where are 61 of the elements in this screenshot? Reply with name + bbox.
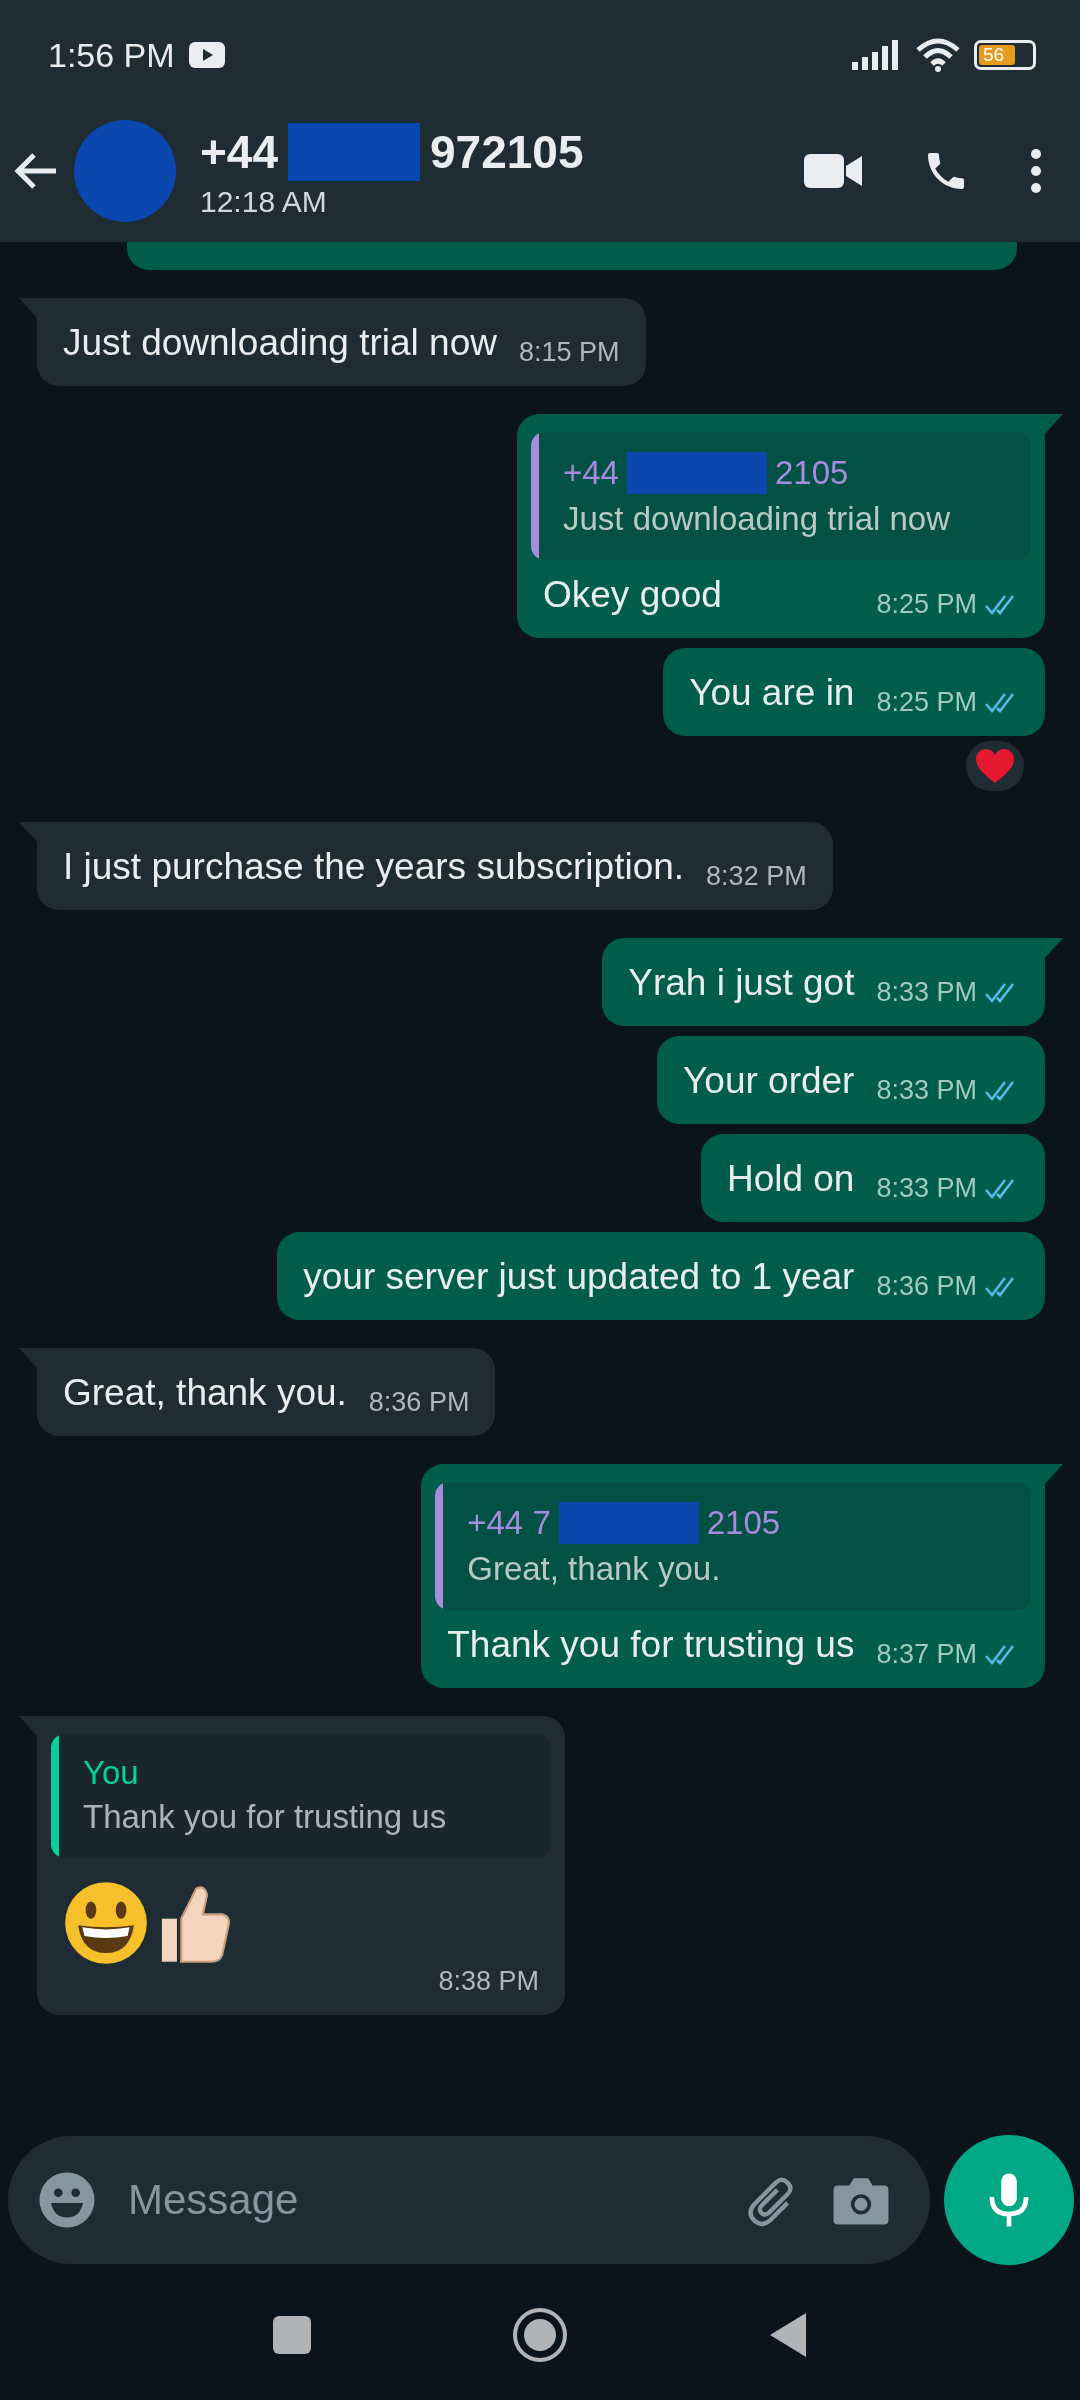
status-time: 1:56 PM <box>48 35 175 75</box>
message-bubble[interactable]: Hold on 8:33 PM <box>700 1134 1045 1222</box>
battery-indicator: 56 <box>974 40 1036 70</box>
message-time: 8:25 PM <box>876 589 977 620</box>
message-bubble[interactable]: Yrah i just got 8:33 PM <box>602 938 1045 1026</box>
message-text: your server just updated to 1 year <box>303 1255 855 1299</box>
message-bubble[interactable]: I just purchase the years subscription. 8:32 PM <box>37 822 833 910</box>
message-text: I just purchase the years subscription. <box>63 845 685 889</box>
message-bubble[interactable]: your server just updated to 1 year 8:36 PM <box>277 1232 1045 1320</box>
message-time: 8:33 PM <box>876 977 977 1008</box>
heart-icon <box>975 748 1015 784</box>
message-text: Great, thank you. <box>63 1371 347 1415</box>
message-field[interactable]: Message <box>126 2175 714 2225</box>
message-text: Yrah i just got <box>628 961 855 1005</box>
wifi-icon <box>916 38 960 72</box>
message-time: 8:32 PM <box>706 861 807 892</box>
quote-text: Great, thank you. <box>467 1550 722 1588</box>
message-bubble[interactable]: You are in 8:25 PM <box>663 648 1045 736</box>
video-play-icon <box>188 42 225 68</box>
message-time: 8:36 PM <box>368 1387 470 1418</box>
quoted-message[interactable]: +44 2105 Just downloading trial now <box>531 432 1031 560</box>
message-time: 8:25 PM <box>876 687 977 718</box>
back-icon[interactable] <box>768 2312 808 2358</box>
message-text: Your order <box>683 1059 855 1103</box>
message-text: Okey good <box>543 573 722 617</box>
recents-icon[interactable] <box>272 2315 312 2355</box>
message-time: 8:33 PM <box>876 1075 977 1106</box>
back-arrow-icon[interactable] <box>14 151 58 191</box>
message-time: 8:33 PM <box>876 1173 977 1204</box>
message-bubble[interactable]: Your order 8:33 PM <box>657 1036 1045 1124</box>
video-call-icon[interactable] <box>804 152 862 190</box>
quote-author: +44 7 <box>467 1504 551 1542</box>
message-time: 8:36 PM <box>876 1271 977 1302</box>
message-bubble[interactable]: You Thank you for trusting us 8:38 PM <box>37 1716 565 2015</box>
home-icon[interactable] <box>512 2307 568 2363</box>
quote-author: +44 <box>563 454 619 492</box>
message-time: 8:37 PM <box>876 1639 977 1670</box>
message-bubble[interactable]: Just downloading trial now 8:15 PM <box>37 298 646 386</box>
contact-name: 972105 <box>430 125 584 179</box>
quoted-message[interactable]: +44 7 2105 Great, thank you. <box>435 1482 1031 1610</box>
message-text: You are in <box>689 671 855 715</box>
quoted-message[interactable]: You Thank you for trusting us <box>51 1734 551 1858</box>
message-text: Hold on <box>726 1157 855 1201</box>
quote-text: Thank you for trusting us <box>83 1798 448 1836</box>
quote-author: 2105 <box>706 1504 781 1542</box>
message-bubble[interactable]: +44 2105 Just downloading trial now Okey good 8:25 PM <box>517 414 1045 638</box>
message-time: 8:15 PM <box>519 337 620 368</box>
message-text: Thank you for trusting us <box>447 1623 855 1667</box>
message-bubble[interactable]: +44 7 2105 Great, thank you. Thank you for trusting us 8:37 PM <box>421 1464 1045 1688</box>
message-time: 8:38 PM <box>438 1966 539 1997</box>
message-text: Just downloading trial now <box>63 321 497 365</box>
emoji-icon[interactable] <box>38 2171 96 2229</box>
quote-author: 2105 <box>775 454 849 492</box>
last-seen: 12:18 AM <box>200 185 328 219</box>
grinning-face-icon <box>63 1880 149 1966</box>
more-options-icon[interactable] <box>1030 148 1042 194</box>
message-bubble[interactable]: Great, thank you. 8:36 PM <box>37 1348 496 1436</box>
contact-name: +44 <box>200 125 279 179</box>
quote-author: You <box>83 1754 139 1792</box>
microphone-icon <box>987 2172 1031 2228</box>
quote-text: Just downloading trial now <box>563 500 952 538</box>
